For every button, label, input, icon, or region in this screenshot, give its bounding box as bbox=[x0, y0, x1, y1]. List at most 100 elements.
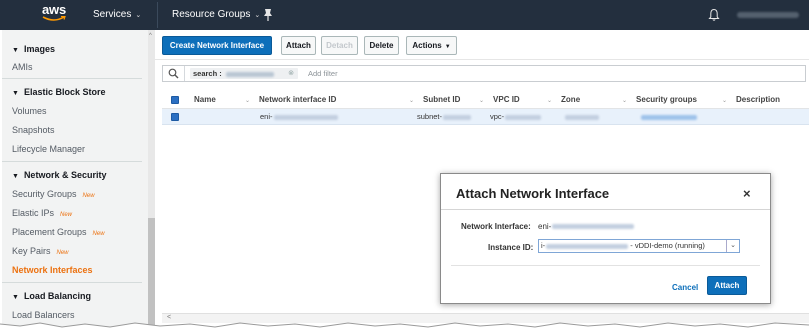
redacted-value bbox=[546, 243, 629, 249]
redacted-value bbox=[552, 224, 635, 230]
search-token-key: search : bbox=[193, 69, 222, 78]
instance-id-select[interactable]: i- - vDDI-demo (running) ⌄ bbox=[538, 239, 740, 253]
network-interface-label: Network Interface: bbox=[461, 222, 531, 231]
search-filter-token[interactable]: search : ⊗ bbox=[190, 68, 298, 79]
sidebar-item-label: Elastic IPs bbox=[12, 208, 55, 218]
new-badge: New bbox=[82, 193, 95, 199]
cell-network-interface-id: eni- bbox=[260, 112, 338, 121]
aws-logo-text: aws bbox=[42, 2, 66, 17]
table-header: Name ⌄ Network interface ID ⌄ Subnet ID ⌄ V… bbox=[162, 91, 809, 109]
redacted-value bbox=[565, 114, 599, 120]
new-badge: New bbox=[60, 212, 73, 218]
sort-icon: ⌄ bbox=[622, 98, 628, 104]
dialog-title: Attach Network Interface bbox=[456, 186, 610, 201]
redacted-value bbox=[443, 114, 472, 120]
sidebar: ▼ Images AMIs ▼ Elastic Block Store Volume… bbox=[2, 30, 155, 330]
sidebar-item-label: Snapshots bbox=[12, 125, 55, 135]
select-all-checkbox[interactable] bbox=[171, 96, 179, 104]
sidebar-section-load-balancing[interactable]: ▼ Load Balancing bbox=[12, 291, 91, 301]
resource-groups-menu[interactable]: Resource Groups ⌄ bbox=[172, 9, 260, 20]
sidebar-item-amis[interactable]: AMIs bbox=[12, 62, 33, 72]
column-header-vpc-id[interactable]: ⌄ VPC ID bbox=[479, 95, 520, 104]
instance-id-label: Instance ID: bbox=[488, 243, 534, 252]
triangle-down-icon: ▼ bbox=[12, 173, 19, 180]
column-header-description[interactable]: ⌄ Description bbox=[722, 95, 780, 104]
sidebar-item-lifecycle-manager[interactable]: Lifecycle Manager bbox=[12, 144, 85, 154]
column-header-zone[interactable]: ⌄ Zone bbox=[547, 95, 580, 104]
sidebar-item-label: Security Groups bbox=[12, 189, 77, 199]
sidebar-section-label: Load Balancing bbox=[23, 291, 91, 301]
triangle-down-icon: ▼ bbox=[12, 90, 19, 97]
sidebar-section-label: Images bbox=[23, 44, 55, 54]
filter-bar[interactable]: search : ⊗ Add filter bbox=[162, 65, 806, 82]
cell-security-groups[interactable] bbox=[640, 112, 697, 121]
aws-logo[interactable]: aws bbox=[38, 3, 70, 27]
create-network-interface-button[interactable]: Create Network Interface bbox=[162, 36, 272, 55]
new-badge: New bbox=[92, 231, 105, 237]
sidebar-item-label: Lifecycle Manager bbox=[12, 144, 86, 154]
column-header-network-interface-id[interactable]: ⌄ Network interface ID bbox=[245, 95, 336, 104]
dialog-footer-divider bbox=[451, 265, 760, 266]
add-filter-placeholder[interactable]: Add filter bbox=[308, 69, 338, 78]
close-icon[interactable]: ⊗ bbox=[288, 68, 294, 79]
toolbar: Create Network Interface Attach Detach D… bbox=[155, 30, 809, 60]
sidebar-item-label: Placement Groups bbox=[12, 227, 87, 237]
new-badge: New bbox=[56, 250, 69, 256]
bell-icon[interactable] bbox=[708, 8, 720, 22]
cancel-button[interactable]: Cancel bbox=[672, 283, 698, 292]
nav-divider bbox=[157, 2, 158, 28]
torn-edge bbox=[0, 322, 809, 330]
sidebar-item-key-pairs[interactable]: Key Pairs New bbox=[12, 246, 69, 256]
sidebar-item-label: Network Interfaces bbox=[12, 265, 93, 275]
column-header-security-groups[interactable]: ⌄ Security groups bbox=[622, 95, 697, 104]
chevron-down-icon: ⌄ bbox=[254, 12, 261, 19]
sidebar-section-label: Elastic Block Store bbox=[23, 87, 106, 97]
sidebar-item-label: Volumes bbox=[12, 106, 47, 116]
resource-groups-label: Resource Groups bbox=[172, 9, 251, 20]
delete-button[interactable]: Delete bbox=[364, 36, 399, 55]
redacted-link bbox=[641, 114, 697, 120]
attach-network-interface-dialog: Attach Network Interface × Network Inter… bbox=[440, 173, 771, 304]
detach-button[interactable]: Detach bbox=[321, 36, 358, 55]
sort-icon: ⌄ bbox=[547, 98, 553, 104]
sort-icon: ⌄ bbox=[245, 98, 251, 104]
sidebar-section-network-security[interactable]: ▼ Network & Security bbox=[12, 170, 106, 180]
sidebar-section-label: Network & Security bbox=[23, 170, 107, 180]
chevron-down-icon: ⌄ bbox=[135, 12, 142, 19]
top-navigation-bar: aws Services ⌄ Resource Groups ⌄ bbox=[0, 0, 809, 30]
triangle-down-icon: ▼ bbox=[12, 47, 19, 54]
instance-id-selected-value: - vDDI-demo (running) bbox=[630, 241, 705, 250]
attach-button[interactable]: Attach bbox=[281, 36, 316, 55]
sidebar-section-elastic-block-store[interactable]: ▼ Elastic Block Store bbox=[12, 87, 105, 97]
actions-dropdown[interactable]: Actions ▼ bbox=[406, 36, 457, 55]
triangle-down-icon: ▼ bbox=[12, 294, 19, 301]
redacted-value bbox=[505, 114, 542, 120]
sidebar-scrollbar-thumb[interactable] bbox=[148, 218, 155, 328]
sidebar-item-placement-groups[interactable]: Placement Groups New bbox=[12, 227, 105, 237]
column-header-subnet-id[interactable]: ⌄ Subnet ID bbox=[409, 95, 460, 104]
cell-zone bbox=[564, 112, 599, 121]
sidebar-item-network-interfaces[interactable]: Network Interfaces bbox=[12, 265, 93, 275]
sidebar-item-snapshots[interactable]: Snapshots bbox=[12, 125, 55, 135]
attach-confirm-button[interactable]: Attach bbox=[707, 276, 747, 295]
table-row[interactable]: eni- subnet- vpc- bbox=[162, 109, 809, 125]
sidebar-item-label: Key Pairs bbox=[12, 246, 51, 256]
account-menu[interactable] bbox=[737, 12, 799, 18]
cell-vpc-id: vpc- bbox=[490, 112, 542, 121]
chevron-down-icon: ▼ bbox=[444, 44, 451, 50]
sidebar-item-volumes[interactable]: Volumes bbox=[12, 106, 47, 116]
column-header-name[interactable]: Name bbox=[194, 95, 216, 104]
redacted-value bbox=[273, 114, 338, 120]
pin-icon[interactable] bbox=[262, 8, 274, 22]
search-icon bbox=[168, 68, 179, 79]
row-checkbox[interactable] bbox=[171, 113, 179, 121]
sidebar-item-elastic-ips[interactable]: Elastic IPs New bbox=[12, 208, 72, 218]
actions-label: Actions bbox=[412, 41, 442, 50]
sidebar-divider bbox=[2, 78, 142, 79]
sidebar-section-images[interactable]: ▼ Images bbox=[12, 44, 55, 54]
close-icon[interactable]: × bbox=[743, 186, 751, 201]
sidebar-item-security-groups[interactable]: Security Groups New bbox=[12, 189, 95, 199]
scroll-up-icon[interactable]: ^ bbox=[149, 33, 152, 39]
services-menu[interactable]: Services ⌄ bbox=[93, 9, 141, 20]
redacted-value bbox=[225, 71, 274, 77]
